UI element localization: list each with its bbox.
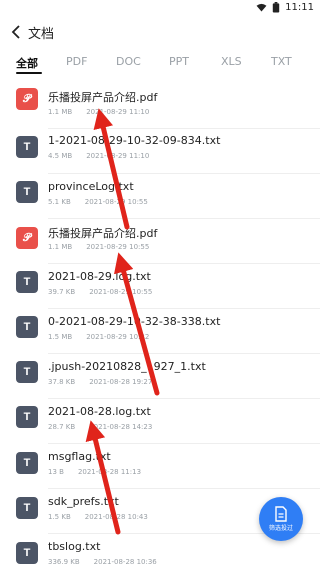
file-date: 2021-08-29 10:32 [86, 333, 150, 341]
file-meta: 336.9 KB 2021-08-28 10:36 [48, 558, 157, 566]
txt-icon: T [16, 406, 38, 428]
txt-icon: T [16, 316, 38, 338]
tab-all[interactable]: 全部 [16, 55, 38, 71]
txt-icon: T [16, 136, 38, 158]
file-date: 2021-08-28 10:36 [93, 558, 157, 566]
file-name: provinceLog.txt [48, 180, 134, 193]
status-bar: 11:11 [0, 0, 320, 18]
list-item[interactable]: 𝒫 乐播投屏产品介绍.pdf 1.1 MB 2021-08-29 11:10 [0, 84, 320, 129]
pdf-icon: 𝒫 [16, 88, 38, 110]
file-name: 乐播投屏产品介绍.pdf [48, 227, 158, 240]
file-name: 2021-08-28.log.txt [48, 405, 151, 418]
txt-icon: T [16, 452, 38, 474]
tab-indicator [16, 72, 42, 74]
file-size: 1.1 MB [48, 243, 73, 251]
file-size: 37.8 KB [48, 378, 76, 386]
file-date: 2021-08-28 19:27 [89, 378, 153, 386]
list-item[interactable]: T provinceLog.txt 5.1 KB 2021-08-29 10:55 [0, 174, 320, 219]
file-meta: 4.5 MB 2021-08-29 11:10 [48, 152, 149, 160]
tab-pdf[interactable]: PDF [66, 55, 87, 68]
list-item[interactable]: T msgflag.txt 13 B 2021-08-28 11:13 [0, 444, 320, 489]
list-item[interactable]: T 2021-08-28.log.txt 28.7 KB 2021-08-28 1… [0, 399, 320, 444]
tab-xls[interactable]: XLS [221, 55, 242, 68]
file-size: 4.5 MB [48, 152, 73, 160]
file-size: 28.7 KB [48, 423, 76, 431]
page-title: 文档 [28, 27, 55, 42]
file-name: 2021-08-29.log.txt [48, 270, 151, 283]
file-size: 1.5 KB [48, 513, 71, 521]
file-size: 13 B [48, 468, 64, 476]
file-date: 2021-08-29 10:55 [86, 243, 150, 251]
status-icons: 11:11 [256, 2, 314, 13]
wifi-icon [256, 3, 267, 12]
list-item[interactable]: T 1-2021-08-29-10-32-09-834.txt 4.5 MB 20… [0, 129, 320, 174]
list-item[interactable]: T tbslog.txt 336.9 KB 2021-08-28 10:36 [0, 534, 320, 571]
category-tabs: 全部 PDF DOC PPT XLS TXT [0, 50, 320, 76]
txt-icon: T [16, 497, 38, 519]
file-meta: 1.5 MB 2021-08-29 10:32 [48, 333, 149, 341]
battery-icon [272, 2, 280, 13]
file-size: 5.1 KB [48, 198, 71, 206]
file-date: 2021-08-29 11:10 [86, 108, 150, 116]
file-name: sdk_prefs.txt [48, 495, 119, 508]
back-arrow-icon [11, 25, 20, 39]
file-size: 1.5 MB [48, 333, 73, 341]
file-name: 0-2021-08-29-10-32-38-338.txt [48, 315, 221, 328]
file-meta: 5.1 KB 2021-08-29 10:55 [48, 198, 148, 206]
list-item[interactable]: T 0-2021-08-29-10-32-38-338.txt 1.5 MB 20… [0, 309, 320, 354]
file-date: 2021-08-29 10:55 [84, 198, 148, 206]
file-name: .jpush-20210828_1927_1.txt [48, 360, 206, 373]
file-meta: 39.7 KB 2021-08-29 10:55 [48, 288, 152, 296]
list-item[interactable]: T .jpush-20210828_1927_1.txt 37.8 KB 2021… [0, 354, 320, 399]
file-size: 39.7 KB [48, 288, 76, 296]
txt-icon: T [16, 181, 38, 203]
txt-icon: T [16, 271, 38, 293]
document-icon [275, 506, 287, 522]
back-button[interactable] [6, 21, 26, 43]
fab-label: 筛选投过 [268, 525, 293, 532]
file-meta: 13 B 2021-08-28 11:13 [48, 468, 141, 476]
file-name: 乐播投屏产品介绍.pdf [48, 91, 158, 104]
file-date: 2021-08-28 11:13 [77, 468, 142, 476]
file-meta: 1.1 MB 2021-08-29 10:55 [48, 243, 149, 251]
app-bar: 文档 [0, 18, 320, 46]
tab-doc[interactable]: DOC [116, 55, 141, 68]
tab-ppt[interactable]: PPT [169, 55, 189, 68]
file-size: 336.9 KB [48, 558, 80, 566]
file-meta: 1.1 MB 2021-08-29 11:10 [48, 108, 149, 116]
file-date: 2021-08-28 10:43 [84, 513, 148, 521]
txt-icon: T [16, 361, 38, 383]
file-date: 2021-08-28 14:23 [89, 423, 153, 431]
file-meta: 37.8 KB 2021-08-28 19:27 [48, 378, 152, 386]
file-meta: 1.5 KB 2021-08-28 10:43 [48, 513, 148, 521]
file-meta: 28.7 KB 2021-08-28 14:23 [48, 423, 152, 431]
fab-button[interactable]: 筛选投过 [259, 497, 303, 541]
list-item[interactable]: 𝒫 乐播投屏产品介绍.pdf 1.1 MB 2021-08-29 10:55 [0, 219, 320, 264]
txt-icon: T [16, 542, 38, 564]
file-date: 2021-08-29 11:10 [86, 152, 150, 160]
list-item[interactable]: T 2021-08-29.log.txt 39.7 KB 2021-08-29 1… [0, 264, 320, 309]
file-name: 1-2021-08-29-10-32-09-834.txt [48, 134, 221, 147]
file-size: 1.1 MB [48, 108, 73, 116]
status-time: 11:11 [285, 2, 314, 13]
file-date: 2021-08-29 10:55 [89, 288, 153, 296]
file-name: msgflag.txt [48, 450, 111, 463]
file-name: tbslog.txt [48, 540, 101, 553]
pdf-icon: 𝒫 [16, 227, 38, 249]
tab-txt[interactable]: TXT [271, 55, 292, 68]
